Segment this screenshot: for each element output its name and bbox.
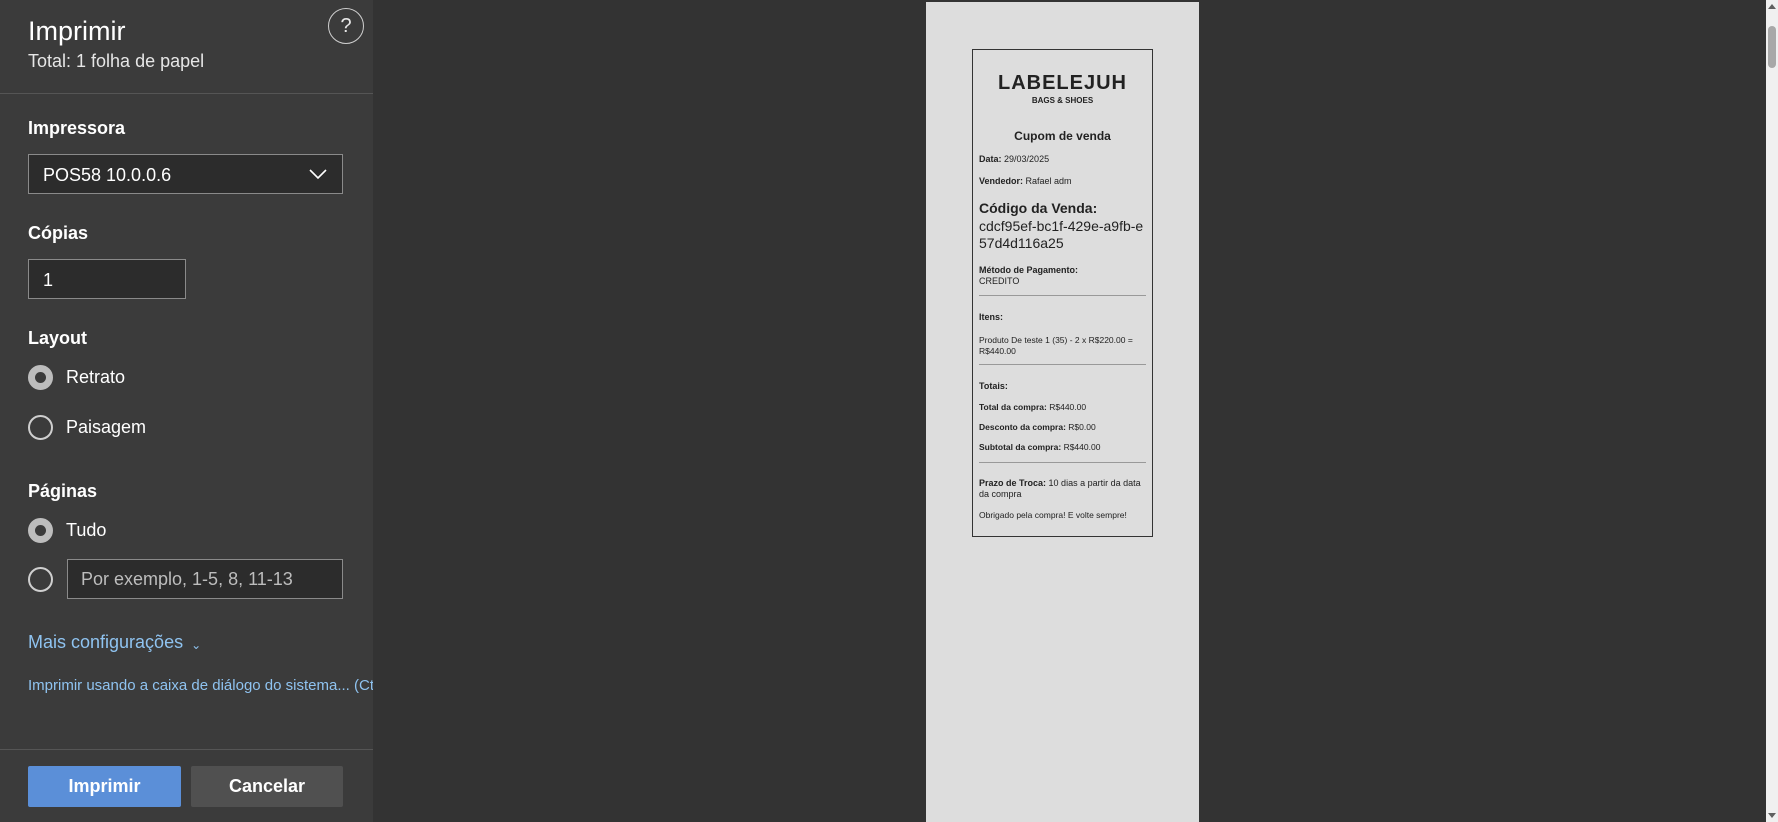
receipt-exchange: Prazo de Troca: 10 dias a partir da data…	[979, 478, 1149, 500]
receipt-date-label: Data:	[979, 154, 1002, 164]
panel-header: Imprimir Total: 1 folha de papel ?	[0, 0, 373, 94]
receipt-brand: LABELEJUH	[997, 72, 1127, 94]
radio-checked-icon	[28, 365, 53, 390]
print-button[interactable]: Imprimir	[28, 766, 181, 807]
receipt: LABELEJUH BAGS & SHOES Cupom de venda Da…	[972, 49, 1153, 537]
layout-option-label: Paisagem	[66, 417, 147, 437]
cancel-button[interactable]: Cancelar	[191, 766, 343, 807]
receipt-divider	[979, 364, 1146, 365]
receipt-items-title: Itens:	[979, 312, 1004, 322]
receipt-code-value: cdcf95ef-bc1f-429e-a9fb-e57d4d116a25	[979, 218, 1144, 251]
pages-range-field[interactable]	[67, 559, 343, 599]
layout-option-landscape[interactable]: Paisagem	[28, 415, 348, 441]
radio-unchecked-icon	[28, 415, 53, 440]
receipt-payment-label: Método de Pagamento:	[979, 265, 1079, 275]
receipt-payment-value: CREDITO	[979, 276, 1020, 286]
system-dialog-link[interactable]: Imprimir usando a caixa de diálogo do si…	[28, 677, 373, 694]
receipt-total-value: R$440.00	[1049, 402, 1087, 412]
receipt-discount-value: R$0.00	[1068, 422, 1096, 432]
receipt-discount: Desconto da compra: R$0.00	[979, 422, 1149, 433]
receipt-thanks: Obrigado pela compra! E volte sempre!	[979, 510, 1127, 520]
layout-option-label: Retrato	[66, 367, 126, 387]
receipt-brand-subtitle: BAGS & SHOES	[1031, 96, 1094, 105]
receipt-date: Data: 29/03/2025	[979, 154, 1049, 164]
receipt-totals-title: Totais:	[979, 381, 1008, 391]
preview-page: LABELEJUH BAGS & SHOES Cupom de venda Da…	[926, 2, 1199, 822]
scroll-up-arrow-icon[interactable]	[1766, 0, 1778, 14]
more-settings-label: Mais configurações	[28, 632, 184, 652]
receipt-totals-label: Totais:	[979, 381, 1149, 392]
layout-label: Layout	[28, 328, 88, 348]
copies-label: Cópias	[28, 223, 89, 243]
pages-label: Páginas	[28, 481, 98, 501]
help-button[interactable]: ?	[328, 8, 364, 44]
more-settings-link[interactable]: Mais configurações ⌄	[28, 632, 201, 653]
layout-option-portrait[interactable]: Retrato	[28, 365, 348, 391]
receipt-divider	[979, 462, 1146, 463]
copies-input[interactable]: 1	[28, 259, 186, 299]
receipt-heading: Cupom de venda	[1014, 129, 1111, 143]
pages-option-all[interactable]: Tudo	[28, 518, 348, 544]
chevron-down-icon: ⌄	[191, 638, 202, 652]
receipt-subtotal-value: R$440.00	[1063, 442, 1101, 452]
pages-all-label: Tudo	[66, 520, 107, 540]
receipt-seller-label: Vendedor:	[979, 176, 1024, 186]
receipt-seller-value: Rafael adm	[1025, 176, 1072, 186]
copies-value: 1	[43, 270, 54, 290]
receipt-discount-label: Desconto da compra:	[979, 422, 1066, 432]
radio-unchecked-icon	[28, 567, 53, 592]
preview-scrollbar[interactable]	[1766, 0, 1778, 822]
pages-option-custom[interactable]	[28, 567, 58, 593]
radio-checked-icon	[28, 518, 53, 543]
receipt-total-label: Total da compra:	[979, 402, 1047, 412]
dialog-title: Imprimir	[28, 16, 126, 46]
receipt-seller: Vendedor: Rafael adm	[979, 176, 1072, 186]
sheet-total: Total: 1 folha de papel	[28, 51, 205, 71]
receipt-code-label: Código da Venda:	[979, 200, 1098, 216]
panel-footer: Imprimir Cancelar	[0, 749, 373, 822]
receipt-exchange-label: Prazo de Troca:	[979, 478, 1047, 488]
receipt-payment: Método de Pagamento: CREDITO	[979, 265, 1149, 287]
printer-label: Impressora	[28, 118, 126, 138]
receipt-date-value: 29/03/2025	[1004, 154, 1050, 164]
scroll-down-arrow-icon[interactable]	[1766, 808, 1778, 822]
pages-range-input[interactable]	[68, 560, 342, 598]
receipt-items-label: Itens:	[979, 312, 1149, 323]
receipt-total: Total da compra: R$440.00	[979, 402, 1149, 413]
printer-selected-value: POS58 10.0.0.6	[43, 165, 172, 185]
print-settings-panel: Imprimir Total: 1 folha de papel ? Impre…	[0, 0, 373, 822]
receipt-subtotal-label: Subtotal da compra:	[979, 442, 1062, 452]
receipt-item-line: Produto De teste 1 (35) - 2 x R$220.00 =…	[979, 335, 1133, 356]
receipt-subtotal: Subtotal da compra: R$440.00	[979, 442, 1149, 453]
scrollbar-thumb[interactable]	[1768, 26, 1776, 68]
printer-select[interactable]: POS58 10.0.0.6	[28, 154, 343, 194]
print-preview-area: LABELEJUH BAGS & SHOES Cupom de venda Da…	[373, 0, 1766, 822]
chevron-down-icon	[309, 169, 327, 180]
receipt-divider	[979, 295, 1146, 296]
